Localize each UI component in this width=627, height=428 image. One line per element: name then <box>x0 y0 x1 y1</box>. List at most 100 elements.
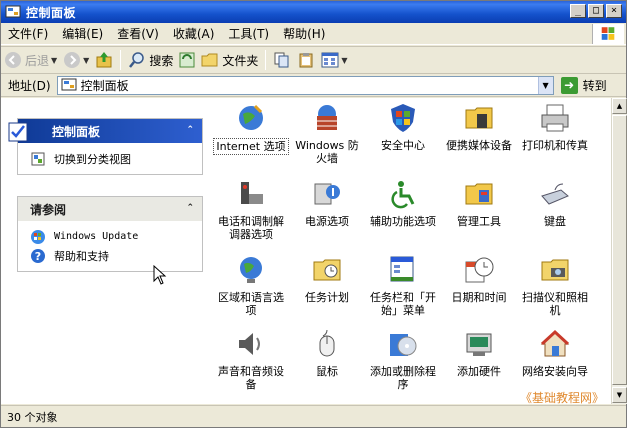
help-support-link[interactable]: ? 帮助和支持 <box>30 246 202 265</box>
speaker-icon <box>239 333 260 355</box>
svg-text:?: ? <box>35 250 41 263</box>
item-windows-firewall[interactable]: Windows 防火墙 <box>289 102 365 166</box>
control-panel-window: 控制面板 _ □ × 文件(F) 编辑(E) 查看(V) 收藏(A) 工具(T)… <box>0 0 627 428</box>
windows-update-icon <box>31 229 45 244</box>
clock-calendar-icon <box>465 257 494 283</box>
item-add-hardware[interactable]: 添加硬件 <box>441 328 517 379</box>
menu-bar: 文件(F) 编辑(E) 查看(V) 收藏(A) 工具(T) 帮助(H) <box>1 23 626 45</box>
item-sounds-audio[interactable]: 声音和音频设备 <box>213 328 289 392</box>
item-accessibility[interactable]: 辅助功能选项 <box>365 178 441 229</box>
menu-favorites[interactable]: 收藏(A) <box>166 25 222 42</box>
item-security-center[interactable]: 安全中心 <box>365 102 441 153</box>
search-label: 搜索 <box>149 53 174 68</box>
hardware-icon <box>466 333 492 356</box>
maximize-button[interactable]: □ <box>588 4 604 18</box>
admin-tools-icon <box>465 183 493 205</box>
views-button[interactable]: ▼ <box>318 48 350 72</box>
folders-label: 文件夹 <box>222 53 259 68</box>
clipboard-icon <box>299 53 313 68</box>
item-add-remove-programs[interactable]: 添加或删除程序 <box>365 328 441 392</box>
folder-sync-icon <box>179 52 195 68</box>
category-view-icon <box>31 152 45 165</box>
go-button[interactable]: ➜ 转到 <box>560 76 607 94</box>
panel-header[interactable]: 控制面板 ⌃ <box>8 119 202 143</box>
address-input[interactable]: 控制面板 ▼ <box>56 75 554 95</box>
content-area: 控制面板 ⌃ 切换到分类视图 请参阅 ⌃ Windows Update ? 帮助… <box>1 98 611 404</box>
help-icon: ? <box>31 248 45 263</box>
address-label: 地址(D) <box>8 78 51 93</box>
scheduled-tasks-icon <box>313 259 341 281</box>
keyboard-icon <box>541 183 569 205</box>
phone-modem-icon <box>241 182 263 204</box>
status-text: 30 个对象 <box>7 410 58 424</box>
switch-category-view-link[interactable]: 切换到分类视图 <box>30 149 202 168</box>
taskbar-icon <box>390 256 414 282</box>
mouse-cursor-icon <box>153 265 167 285</box>
vertical-scrollbar[interactable]: ▲ ▼ <box>611 98 627 404</box>
globe-clock-icon <box>240 257 262 283</box>
close-button[interactable]: × <box>606 4 622 18</box>
item-network-setup-wizard[interactable]: 网络安装向导 <box>517 328 593 379</box>
collapse-icon[interactable]: ⌃ <box>186 125 194 135</box>
mouse-icon <box>319 329 335 357</box>
scanner-camera-icon <box>541 259 569 281</box>
scroll-up-icon[interactable]: ▲ <box>612 98 627 114</box>
item-regional-language[interactable]: 区域和语言选项 <box>213 254 289 318</box>
search-button[interactable]: 搜索 <box>125 48 176 72</box>
item-mouse[interactable]: 鼠标 <box>289 328 365 379</box>
item-keyboard[interactable]: 键盘 <box>517 178 593 229</box>
menu-help[interactable]: 帮助(H) <box>276 25 332 42</box>
item-printers-faxes[interactable]: 打印机和传真 <box>517 102 593 153</box>
copy-to-button[interactable] <box>294 48 318 72</box>
forward-arrow-icon <box>64 52 81 68</box>
printer-icon <box>541 104 569 132</box>
move-to-button[interactable] <box>270 48 294 72</box>
status-bar: 30 个对象 <box>1 405 626 427</box>
link-label: 帮助和支持 <box>54 249 109 263</box>
go-arrow-icon: ➜ <box>560 76 578 94</box>
forward-button[interactable]: ▼ <box>60 48 92 72</box>
up-folder-icon <box>96 52 112 68</box>
scroll-down-icon[interactable]: ▼ <box>612 387 627 403</box>
chevron-down-icon[interactable]: ▼ <box>341 56 347 65</box>
item-taskbar-start-menu[interactable]: 任务栏和「开始」菜单 <box>365 254 441 318</box>
search-icon <box>129 52 145 68</box>
item-date-time[interactable]: 日期和时间 <box>441 254 517 305</box>
item-internet-options[interactable]: Internet 选项 <box>213 102 289 155</box>
shield-icon <box>391 104 415 132</box>
cd-box-icon <box>390 334 417 356</box>
panel-title: 请参阅 <box>30 202 67 217</box>
item-scanners-cameras[interactable]: 扫描仪和照相机 <box>517 254 593 318</box>
power-plug-icon <box>314 183 340 205</box>
minimize-button[interactable]: _ <box>570 4 586 18</box>
up-folder-button[interactable] <box>92 48 116 72</box>
address-bar: 地址(D) 控制面板 ▼ ➜ 转到 <box>1 74 626 97</box>
menu-view[interactable]: 查看(V) <box>110 25 166 42</box>
menu-tools[interactable]: 工具(T) <box>221 25 276 42</box>
panel-header[interactable]: 请参阅 ⌃ <box>18 197 202 221</box>
item-power-options[interactable]: 电源选项 <box>289 178 365 229</box>
control-panel-badge-icon <box>8 122 28 142</box>
link-label: Windows Update <box>54 231 139 242</box>
firewall-icon <box>317 105 337 130</box>
chevron-down-icon[interactable]: ▼ <box>83 56 89 65</box>
title-bar[interactable]: 控制面板 _ □ × <box>1 1 626 23</box>
toolbar: 后退 ▼ ▼ 搜索 文件夹 ▼ <box>1 46 626 74</box>
scroll-thumb[interactable] <box>612 115 627 385</box>
address-value: 控制面板 <box>80 78 129 93</box>
item-phone-modem[interactable]: 电话和调制解调器选项 <box>213 178 289 242</box>
address-dropdown-icon[interactable]: ▼ <box>537 76 553 94</box>
back-button[interactable]: 后退 ▼ <box>1 48 60 72</box>
collapse-icon[interactable]: ⌃ <box>186 203 194 213</box>
item-portable-media[interactable]: 便携媒体设备 <box>441 102 517 153</box>
panel-title: 控制面板 <box>52 124 101 139</box>
item-scheduled-tasks[interactable]: 任务计划 <box>289 254 365 305</box>
chevron-down-icon[interactable]: ▼ <box>51 56 57 65</box>
folders-button[interactable]: 文件夹 <box>176 48 261 72</box>
item-admin-tools[interactable]: 管理工具 <box>441 178 517 229</box>
windows-update-link[interactable]: Windows Update <box>30 227 202 246</box>
back-label: 后退 <box>25 53 50 68</box>
menu-edit[interactable]: 编辑(E) <box>55 25 110 42</box>
menu-file[interactable]: 文件(F) <box>1 25 55 42</box>
go-label: 转到 <box>582 78 607 93</box>
